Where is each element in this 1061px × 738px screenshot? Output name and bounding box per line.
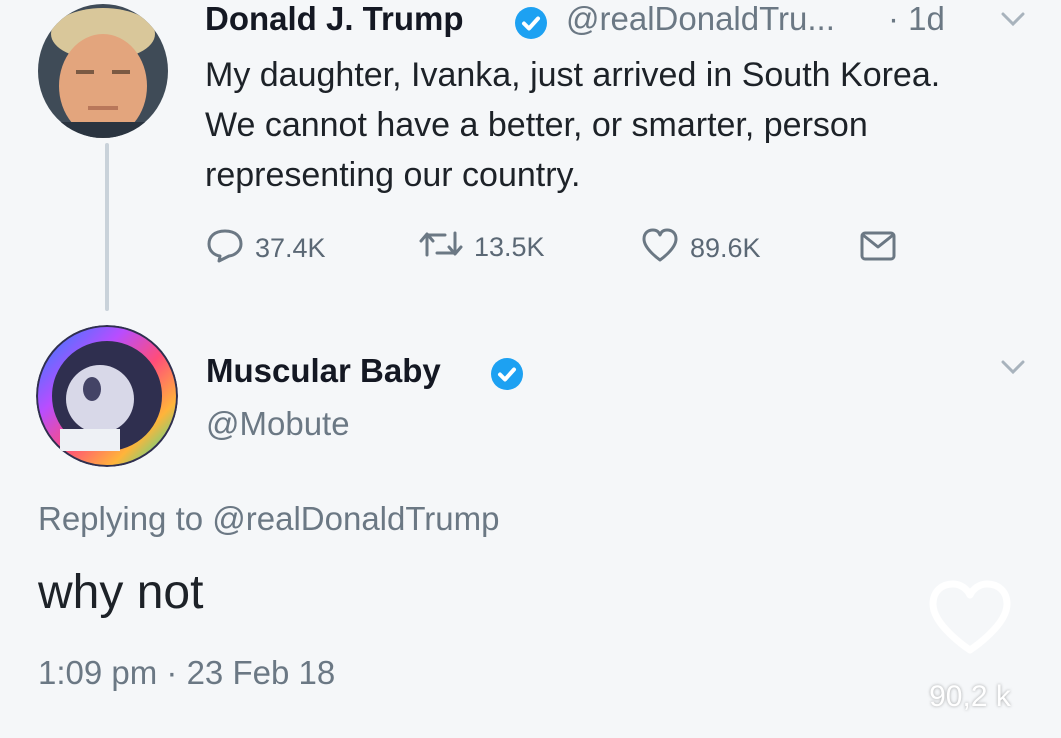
- retweet-icon: [418, 227, 464, 268]
- reply-button[interactable]: 37.4K: [205, 227, 326, 270]
- reply-icon: [205, 227, 245, 270]
- reply-timestamp[interactable]: 1:09 pm · 23 Feb 18: [38, 654, 335, 692]
- overlay-like-count: 90,2 k: [929, 680, 1011, 713]
- tweet-text: My daughter, Ivanka, just arrived in Sou…: [205, 56, 941, 194]
- retweet-count: 13.5K: [474, 232, 545, 262]
- replying-to-label[interactable]: Replying to @realDonaldTrump: [38, 500, 499, 538]
- reply-author-name[interactable]: Muscular Baby: [206, 352, 441, 390]
- chevron-down-icon[interactable]: [1000, 358, 1026, 381]
- reply-author-handle[interactable]: @Mobute: [206, 405, 350, 443]
- reply-text: why not: [38, 566, 204, 619]
- like-count: 89.6K: [690, 233, 761, 263]
- heart-icon: [640, 227, 680, 270]
- author-name[interactable]: Donald J. Trump: [205, 0, 464, 38]
- thread-connector-line: [105, 143, 109, 311]
- verified-badge-icon: [514, 6, 548, 45]
- direct-message-icon: [858, 229, 898, 270]
- tweet-time[interactable]: · 1d: [888, 0, 945, 38]
- reply-count: 37.4K: [255, 233, 326, 263]
- overlay-heart-icon[interactable]: [925, 578, 1015, 663]
- verified-badge-icon: [490, 357, 524, 396]
- retweet-button[interactable]: 13.5K: [418, 227, 545, 268]
- chevron-down-icon[interactable]: [1000, 10, 1026, 33]
- like-button[interactable]: 89.6K: [640, 227, 761, 270]
- avatar-trump[interactable]: [38, 4, 168, 138]
- avatar-muscular-baby[interactable]: [36, 325, 178, 467]
- direct-message-button[interactable]: [858, 229, 898, 270]
- author-handle[interactable]: @realDonaldTru...: [566, 0, 835, 38]
